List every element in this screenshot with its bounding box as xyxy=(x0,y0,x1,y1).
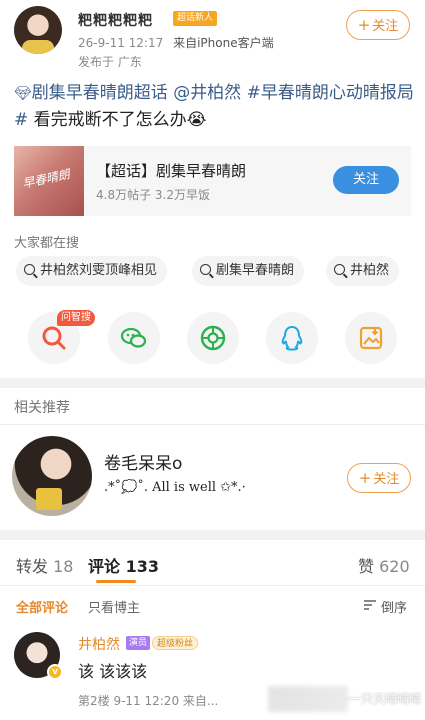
diamond-icon: 💎︎ xyxy=(14,86,32,102)
search-chip-3[interactable]: 井柏然 xyxy=(326,256,400,286)
tab-repost-label: 转发 xyxy=(16,557,49,576)
search-chip-2[interactable]: 剧集早春晴朗 xyxy=(192,256,305,286)
related-user-name[interactable]: 卷毛呆呆o xyxy=(104,449,182,474)
actor-tag: 演员 xyxy=(126,636,151,650)
share-moments-button[interactable] xyxy=(187,312,239,364)
section-divider xyxy=(0,530,425,540)
watermark: ·一只天晴晴晴 xyxy=(345,692,421,706)
author-username[interactable]: 粑粑粑粑粑 xyxy=(78,10,153,30)
follow-topic-button[interactable]: 关注 xyxy=(333,166,399,194)
filter-all-comments[interactable]: 全部评论 xyxy=(16,597,68,616)
tab-repost-count: 18 xyxy=(53,557,74,576)
save-image-button[interactable] xyxy=(345,312,397,364)
share-wechat-button[interactable] xyxy=(108,312,160,364)
source-prefix: 来自 xyxy=(173,36,198,50)
author-avatar[interactable] xyxy=(14,6,62,54)
follow-related-button[interactable]: + 关注 xyxy=(347,463,411,493)
super-topic-link[interactable]: 剧集早春晴朗超话 xyxy=(32,83,168,103)
super-topic-card[interactable]: 早春晴朗 【超话】剧集早春晴朗 4.8万帖子 3.2万早饭 关注 xyxy=(14,146,411,216)
comment-text: 该 该该该 xyxy=(78,662,148,681)
topic-thumbnail: 早春晴朗 xyxy=(14,146,84,216)
follow-related-label: 关注 xyxy=(373,472,400,487)
wechat-icon xyxy=(120,327,147,348)
search-chip-label: 剧集早春晴朗 xyxy=(216,263,295,278)
search-chip-label: 井柏然 xyxy=(350,263,390,278)
related-user-avatar[interactable] xyxy=(12,436,92,516)
related-divider xyxy=(0,424,425,425)
tab-comments[interactable]: 评论 133 xyxy=(88,553,159,577)
mention-link[interactable]: @井柏然 xyxy=(173,83,241,103)
blurred-overlay xyxy=(268,686,348,712)
topic-title: 【超话】剧集早春晴朗 xyxy=(96,162,247,180)
active-tab-indicator xyxy=(96,580,136,583)
post-body: 💎︎剧集早春晴朗超话 @井柏然 #早春晴朗心动晴报局# 看完戒断不了怎么办😭 xyxy=(14,80,414,133)
post-date: 26-9-11 12:17 xyxy=(78,36,164,50)
search-chip-label: 井柏然刘雯顶峰相见 xyxy=(40,263,158,278)
search-chip-1[interactable]: 井柏然刘雯顶峰相见 xyxy=(16,256,168,286)
follow-author-button[interactable]: + 关注 xyxy=(346,10,410,40)
tab-comments-count: 133 xyxy=(125,557,159,576)
sort-icon xyxy=(364,600,376,610)
post-location: 发布于 广东 xyxy=(78,55,142,69)
moments-icon xyxy=(200,325,226,351)
tab-likes-label: 赞 xyxy=(358,557,375,576)
tab-likes-count: 620 xyxy=(379,557,410,576)
search-icon xyxy=(200,264,211,275)
super-fan-tag: 超级粉丝 xyxy=(152,636,199,650)
tab-repost[interactable]: 转发 18 xyxy=(16,553,73,577)
filter-author-only[interactable]: 只看博主 xyxy=(88,597,140,616)
qq-icon xyxy=(281,325,303,351)
ask-search-icon xyxy=(42,326,66,350)
crying-emoji: 😭 xyxy=(186,110,207,130)
related-title: 相关推荐 xyxy=(14,400,70,416)
trending-search-title: 大家都在搜 xyxy=(14,236,80,251)
follow-author-label: 关注 xyxy=(372,19,399,34)
commenter-name[interactable]: 井柏然 xyxy=(78,634,120,654)
plus-icon: + xyxy=(358,469,372,487)
post-source: iPhone客户端 xyxy=(197,36,274,50)
tabs-divider xyxy=(0,585,425,586)
tab-likes[interactable]: 赞 620 xyxy=(358,553,410,577)
share-qq-button[interactable] xyxy=(266,312,318,364)
ask-search-badge: 问智搜 xyxy=(57,310,95,326)
verified-badge-icon: v xyxy=(47,664,63,680)
section-divider xyxy=(0,378,425,388)
search-icon xyxy=(24,264,35,275)
save-image-icon xyxy=(359,326,383,350)
search-icon xyxy=(334,264,345,275)
plus-icon: + xyxy=(357,16,371,34)
newcomer-badge: 超话新人 xyxy=(173,11,218,26)
topic-stats: 4.8万帖子 3.2万早饭 xyxy=(96,188,210,202)
comment-meta: 第2楼 9-11 12:20 来自... xyxy=(78,694,219,708)
post-text: 看完戒断不了怎么办 xyxy=(28,110,187,130)
post-meta: 26-9-11 12:17 来自iPhone客户端 xyxy=(78,34,274,51)
sort-order-button[interactable]: 倒序 xyxy=(381,597,407,616)
topic-thumb-text: 早春晴朗 xyxy=(21,167,72,191)
tab-comments-label: 评论 xyxy=(88,557,121,576)
related-user-desc: .*˚💭˚. All is well ✩*.· xyxy=(104,480,246,495)
